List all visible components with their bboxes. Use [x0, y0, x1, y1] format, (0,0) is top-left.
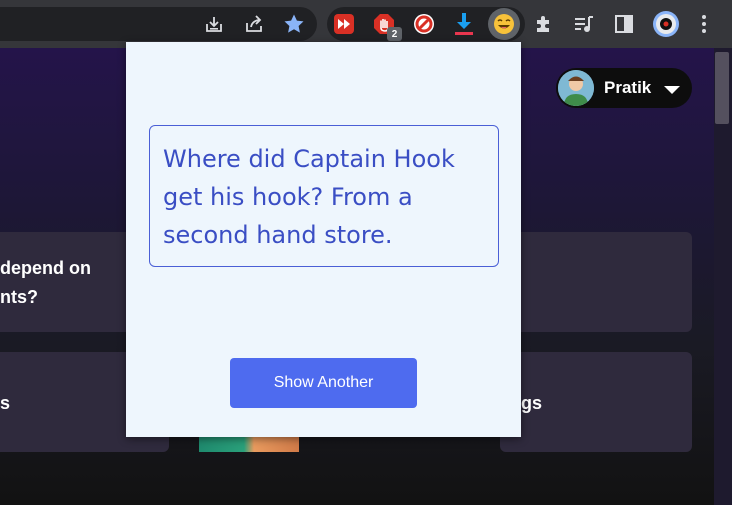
- more-menu-icon[interactable]: [692, 12, 716, 36]
- scrollbar-thumb[interactable]: [715, 52, 729, 124]
- card-thumbnail: [199, 437, 299, 452]
- chevron-down-icon[interactable]: [664, 86, 680, 94]
- user-name[interactable]: Pratik: [604, 78, 651, 98]
- card-title: s: [0, 393, 11, 413]
- joke-text: Where did Captain Hook get his hook? Fro…: [163, 145, 455, 249]
- address-bar[interactable]: [0, 7, 317, 41]
- browser-toolbar: 2: [0, 0, 732, 48]
- bookmark-star-icon[interactable]: [282, 12, 306, 36]
- extension-badge: 2: [387, 27, 402, 41]
- extensions-puzzle-icon[interactable]: [532, 12, 556, 36]
- share-icon[interactable]: [242, 12, 266, 36]
- user-avatar: [558, 70, 594, 106]
- download-icon[interactable]: [452, 12, 476, 36]
- joke-extension-icon[interactable]: [492, 12, 516, 36]
- card-title: nts?: [0, 287, 38, 307]
- video-speed-icon[interactable]: [332, 12, 356, 36]
- install-icon[interactable]: [202, 12, 226, 36]
- joke-box: Where did Captain Hook get his hook? Fro…: [149, 125, 499, 267]
- card-title: depend on: [0, 258, 91, 278]
- side-panel-icon[interactable]: [612, 12, 636, 36]
- profile-avatar-icon[interactable]: [652, 10, 680, 38]
- blocker-icon[interactable]: [412, 12, 436, 36]
- show-another-button[interactable]: Show Another: [230, 358, 417, 408]
- browser-window: 2 Pratik depend on nts? s gs Where did C…: [0, 0, 732, 505]
- content-card[interactable]: [500, 232, 692, 332]
- media-queue-icon[interactable]: [572, 12, 596, 36]
- joke-popup: Where did Captain Hook get his hook? Fro…: [126, 42, 521, 437]
- card-title: gs: [521, 393, 543, 413]
